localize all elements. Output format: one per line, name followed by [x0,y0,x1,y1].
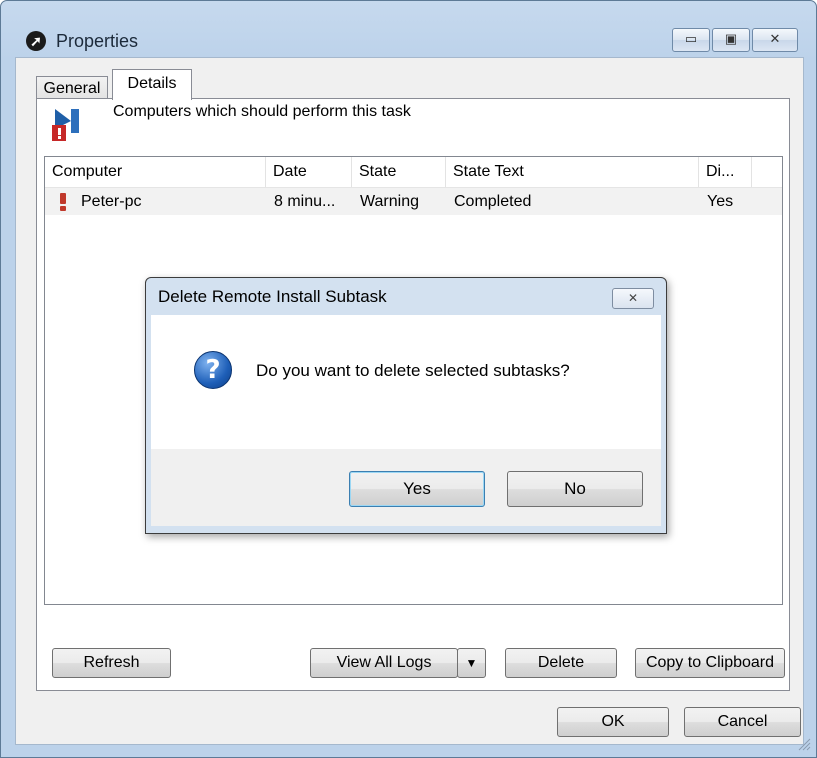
list-header: Computer Date State State Text Di... [45,157,782,188]
dialog-close-button[interactable]: ✕ [612,288,654,309]
cell-date: 8 minu... [274,193,336,210]
window-title: Properties [56,31,139,51]
view-all-logs-label: View All Logs [336,654,432,671]
minimize-button[interactable]: ▭ [672,28,710,52]
copy-to-clipboard-button[interactable]: Copy to Clipboard [635,648,785,678]
no-button[interactable]: No [507,471,643,507]
column-header-di[interactable]: Di... [699,157,752,187]
cancel-label: Cancel [717,713,768,730]
dialog-footer: Yes No [151,449,661,526]
tab-general[interactable]: General [36,76,108,99]
question-icon: ? [194,351,232,389]
dialog-body: ? Do you want to delete selected subtask… [151,315,661,449]
ok-label: OK [601,713,625,730]
yes-button[interactable]: Yes [349,471,485,507]
tab-general-label: General [43,80,101,97]
column-header-date[interactable]: Date [266,157,352,187]
close-button[interactable]: ✕ [752,28,798,52]
tab-details-label: Details [127,75,177,92]
delete-label: Delete [537,654,585,671]
cell-computer: Peter-pc [81,193,142,210]
delete-button[interactable]: Delete [505,648,617,678]
refresh-label: Refresh [83,654,140,671]
title-bar[interactable] [0,0,815,30]
arrow-circle-icon: ➚ [26,31,46,51]
minimize-icon: ▭ [684,31,698,46]
table-row[interactable]: Peter-pc 8 minu... Warning Completed Yes [45,188,782,215]
resize-grip-icon[interactable] [795,735,811,751]
no-label: No [564,479,586,498]
tab-details[interactable]: Details [112,69,192,100]
close-icon: ✕ [769,31,781,46]
refresh-button[interactable]: Refresh [52,648,171,678]
task-warning-icon [52,109,79,141]
column-header-computer[interactable]: Computer [45,157,266,187]
column-header-state-text[interactable]: State Text [446,157,699,187]
dialog-title: Delete Remote Install Subtask [158,287,387,306]
dialog-message: Do you want to delete selected subtasks? [256,361,570,380]
cell-state-text: Completed [454,193,532,210]
cancel-button[interactable]: Cancel [684,707,801,737]
delete-confirm-dialog: Delete Remote Install Subtask ✕ ? Do you… [145,277,667,534]
panel-description: Computers which should perform this task [113,103,411,120]
close-icon: ✕ [627,291,639,305]
logs-dropdown-button[interactable]: ▼ [457,648,486,678]
yes-label: Yes [403,479,431,498]
cell-state: Warning [360,193,419,210]
cell-di: Yes [707,193,734,210]
warning-icon [60,193,66,211]
chevron-down-icon: ▼ [465,656,478,670]
view-all-logs-button[interactable]: View All Logs [310,648,458,678]
copy-label: Copy to Clipboard [645,654,775,671]
maximize-icon: ▣ [724,31,738,46]
maximize-button[interactable]: ▣ [712,28,750,52]
ok-button[interactable]: OK [557,707,669,737]
column-header-state[interactable]: State [352,157,446,187]
